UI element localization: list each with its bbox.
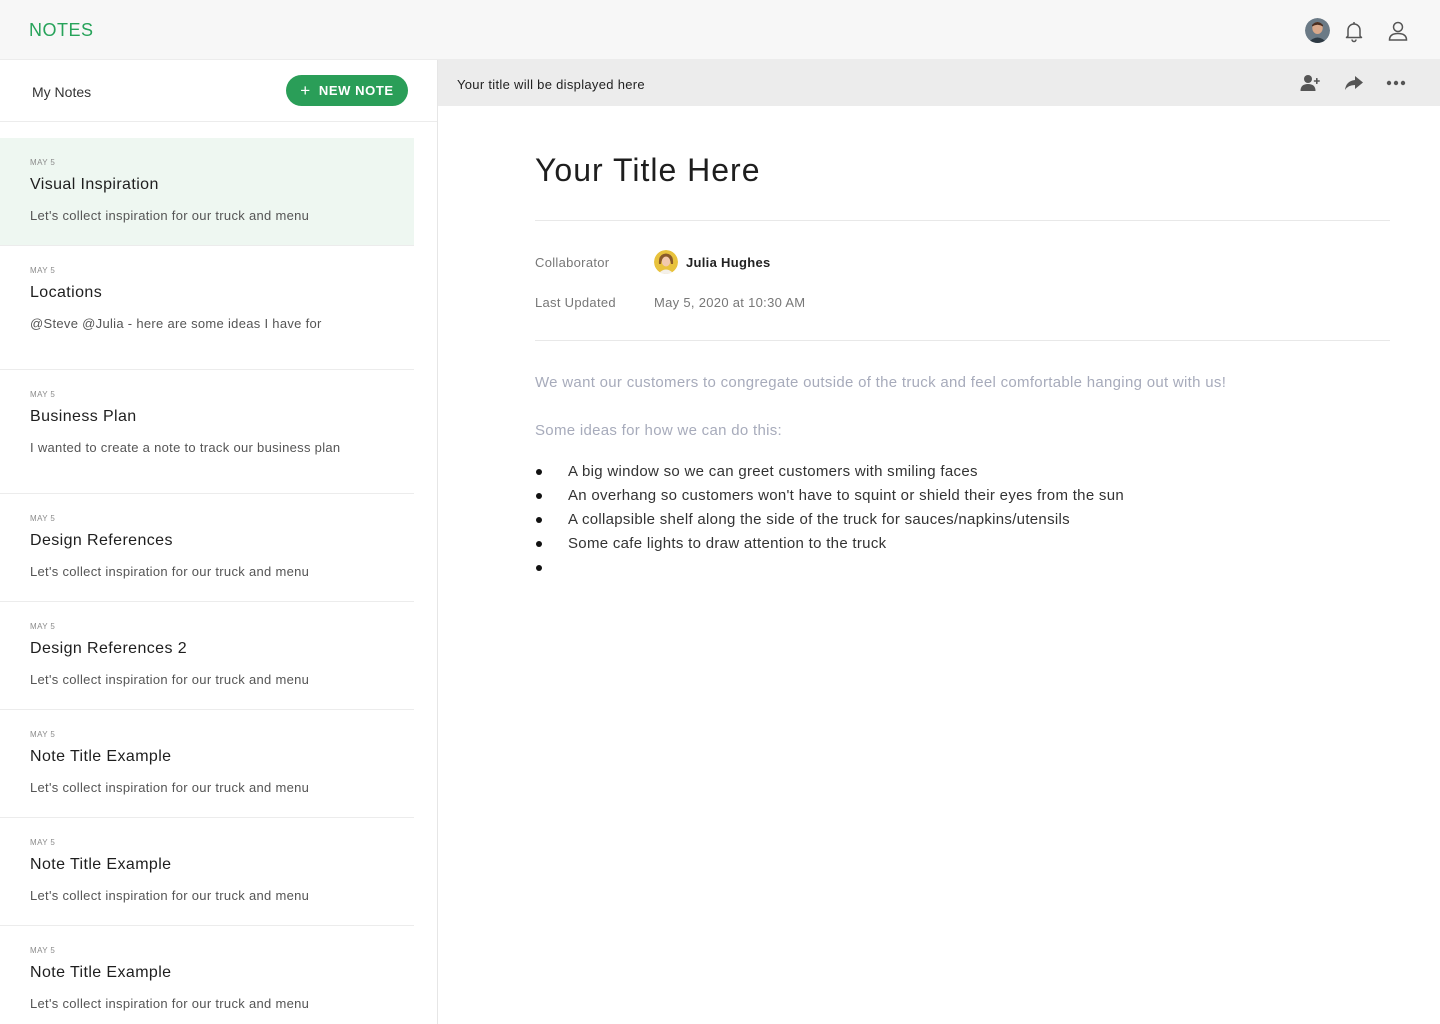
note-item-business-plan[interactable]: MAY 5 Business Plan I wanted to create a… — [0, 370, 414, 494]
note-snippet: Let's collect inspiration for our truck … — [30, 888, 310, 903]
note-snippet: Let's collect inspiration for our truck … — [30, 564, 310, 579]
toolbar-title: Your title will be displayed here — [457, 77, 645, 92]
bullet-dot — [536, 541, 542, 547]
note-date: MAY 5 — [30, 730, 56, 739]
list-item-text: A big window so we can greet customers w… — [568, 463, 978, 480]
list-item[interactable]: A big window so we can greet customers w… — [535, 462, 1124, 486]
share-icon[interactable] — [1343, 73, 1365, 93]
plus-icon: + — [300, 80, 311, 100]
note-snippet: I wanted to create a note to track our b… — [30, 440, 341, 455]
bell-icon[interactable] — [1342, 19, 1366, 43]
note-title: Design References 2 — [30, 640, 188, 657]
list-item-text: An overhang so customers won't have to s… — [568, 487, 1125, 504]
note-item-design-references-2[interactable]: MAY 5 Design References 2 Let's collect … — [0, 602, 414, 710]
note-list: MAY 5 Visual Inspiration Let's collect i… — [0, 138, 414, 1024]
note-item-visual-inspiration[interactable]: MAY 5 Visual Inspiration Let's collect i… — [0, 138, 414, 246]
note-snippet: Let's collect inspiration for our truck … — [30, 208, 310, 223]
note-snippet: Let's collect inspiration for our truck … — [30, 996, 310, 1011]
app-logo[interactable]: NOTES — [29, 20, 94, 41]
note-date: MAY 5 — [30, 266, 56, 275]
notes-sidebar: My Notes + NEW NOTE MAY 5 Visual Inspira… — [0, 60, 438, 1024]
list-item-text: A collapsible shelf along the side of th… — [568, 511, 1070, 528]
sidebar-header: My Notes + NEW NOTE — [0, 60, 437, 122]
note-snippet: Let's collect inspiration for our truck … — [30, 672, 310, 687]
note-item-locations[interactable]: MAY 5 Locations @Steve @Julia - here are… — [0, 246, 414, 370]
add-user-icon[interactable] — [1300, 73, 1322, 93]
note-title: Business Plan — [30, 408, 137, 425]
note-title: Locations — [30, 284, 103, 301]
editor-toolbar: Your title will be displayed here — [438, 60, 1440, 106]
note-item-design-references[interactable]: MAY 5 Design References Let's collect in… — [0, 494, 414, 602]
note-item-example-2[interactable]: MAY 5 Note Title Example Let's collect i… — [0, 818, 414, 926]
user-icon[interactable] — [1386, 19, 1410, 43]
note-title: Visual Inspiration — [30, 176, 159, 193]
list-item[interactable]: A collapsible shelf along the side of th… — [535, 510, 1124, 534]
note-title: Design References — [30, 532, 173, 549]
last-updated-label: Last Updated — [535, 295, 616, 310]
collaborator-avatar[interactable] — [654, 250, 678, 274]
bullet-dot — [536, 565, 542, 571]
bullet-dot — [536, 469, 542, 475]
new-note-button[interactable]: + NEW NOTE — [286, 75, 408, 106]
note-date: MAY 5 — [30, 514, 56, 523]
list-item-text: Some cafe lights to draw attention to th… — [568, 535, 887, 552]
note-date: MAY 5 — [30, 946, 56, 955]
note-paragraph[interactable]: We want our customers to congregate outs… — [535, 374, 1226, 391]
bullet-dot — [536, 493, 542, 499]
user-photo-avatar[interactable] — [1305, 18, 1330, 43]
note-date: MAY 5 — [30, 390, 56, 399]
note-editor: Your title will be displayed here Your T… — [438, 60, 1440, 1024]
note-title: Note Title Example — [30, 856, 172, 873]
bullet-dot — [536, 517, 542, 523]
list-item[interactable] — [535, 558, 1124, 582]
note-title: Note Title Example — [30, 748, 172, 765]
note-date: MAY 5 — [30, 622, 56, 631]
more-icon[interactable] — [1385, 73, 1407, 93]
collaborator-name[interactable]: Julia Hughes — [686, 255, 771, 270]
last-updated-value: May 5, 2020 at 10:30 AM — [654, 295, 806, 310]
sidebar-heading: My Notes — [32, 84, 92, 100]
collaborator-label: Collaborator — [535, 255, 610, 270]
new-note-label: NEW NOTE — [318, 83, 394, 98]
note-title-heading[interactable]: Your Title Here — [535, 152, 760, 189]
note-item-example-1[interactable]: MAY 5 Note Title Example Let's collect i… — [0, 710, 414, 818]
note-snippet: @Steve @Julia - here are some ideas I ha… — [30, 316, 322, 331]
note-snippet: Let's collect inspiration for our truck … — [30, 780, 310, 795]
list-item[interactable]: Some cafe lights to draw attention to th… — [535, 534, 1124, 558]
idea-list[interactable]: A big window so we can greet customers w… — [535, 462, 1124, 582]
note-date: MAY 5 — [30, 158, 56, 167]
top-bar: NOTES — [0, 0, 1440, 60]
meta-divider — [535, 340, 1390, 341]
note-title: Note Title Example — [30, 964, 172, 981]
title-divider — [535, 220, 1390, 221]
note-paragraph[interactable]: Some ideas for how we can do this: — [535, 422, 782, 439]
list-item[interactable]: An overhang so customers won't have to s… — [535, 486, 1124, 510]
note-date: MAY 5 — [30, 838, 56, 847]
note-item-example-3[interactable]: MAY 5 Note Title Example Let's collect i… — [0, 926, 414, 1024]
